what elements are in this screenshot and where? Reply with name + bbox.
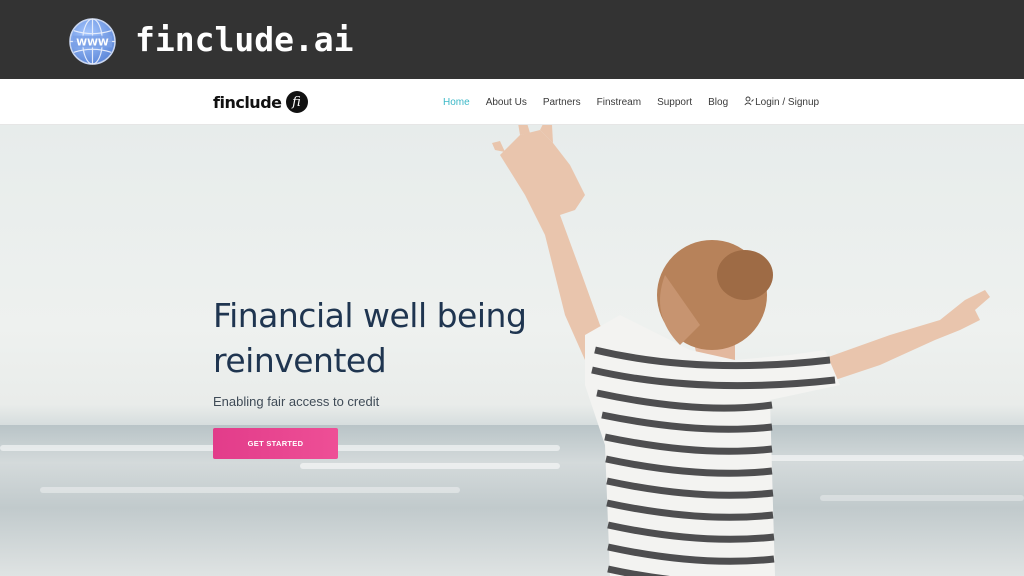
top-nav: finclude fi Home About Us Partners Finst… (0, 79, 1024, 125)
user-icon (744, 96, 754, 106)
nav-links: Home About Us Partners Finstream Support… (443, 79, 835, 125)
nav-login-signup[interactable]: Login / Signup (744, 96, 819, 108)
hero-subtitle: Enabling fair access to credit (213, 394, 380, 409)
nav-about-us[interactable]: About Us (486, 97, 527, 108)
nav-blog[interactable]: Blog (708, 97, 728, 108)
site-banner: WWW finclude.ai (0, 0, 1024, 79)
svg-text:WWW: WWW (76, 37, 109, 48)
login-signup-label: Login / Signup (755, 97, 820, 108)
nav-finstream[interactable]: Finstream (597, 97, 641, 108)
nav-home[interactable]: Home (443, 97, 470, 108)
nav-support[interactable]: Support (657, 97, 692, 108)
nav-partners[interactable]: Partners (543, 97, 581, 108)
hero-title: Financial well being reinvented (213, 296, 527, 380)
www-globe-icon: WWW (69, 18, 116, 65)
logo-text: finclude (213, 92, 282, 112)
site-logo[interactable]: finclude fi (213, 91, 308, 113)
get-started-button[interactable]: GET STARTED (213, 428, 338, 459)
hero-section: Financial well being reinvented Enabling… (0, 125, 1024, 576)
logo-badge: fi (285, 91, 308, 113)
banner-title: finclude.ai (135, 20, 354, 59)
